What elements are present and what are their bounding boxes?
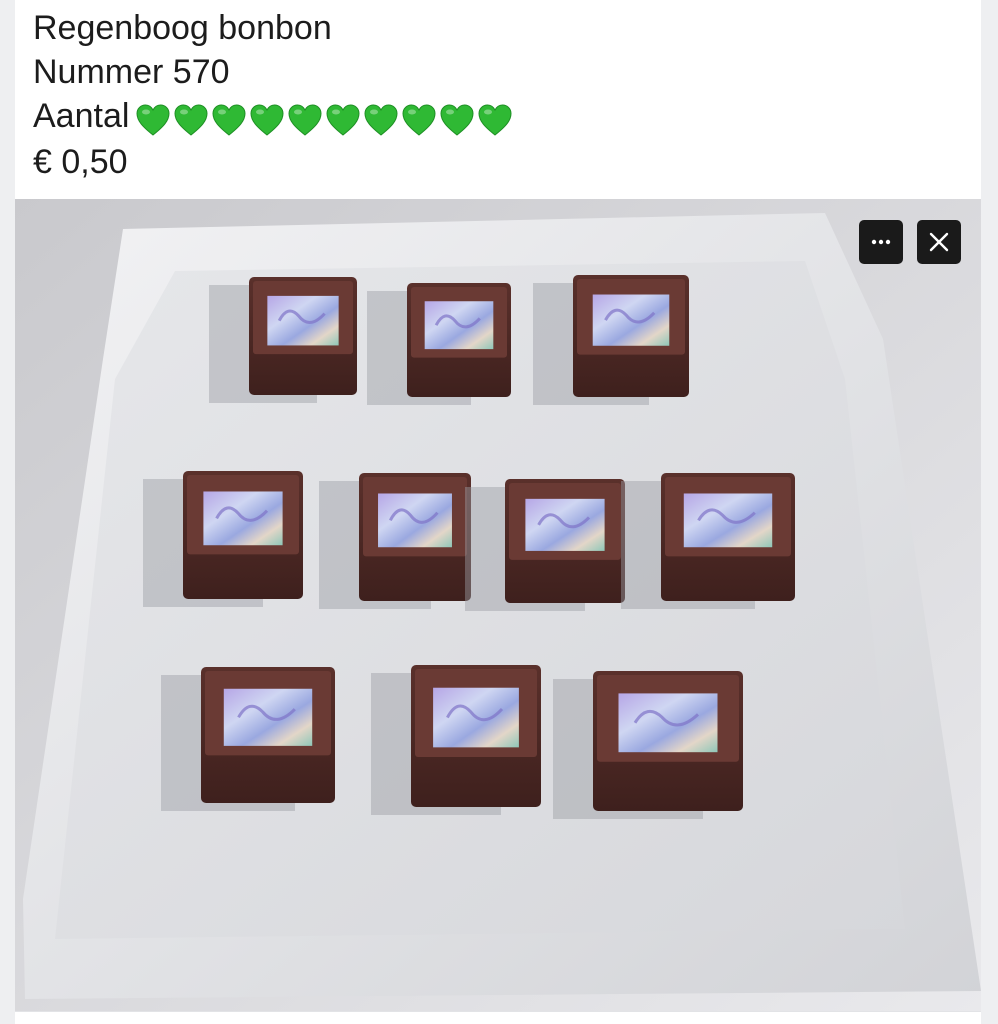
green-heart-icon (136, 104, 170, 136)
bottom-divider (15, 1011, 981, 1024)
green-heart-icon (174, 104, 208, 136)
quantity-label: Aantal (33, 97, 130, 135)
close-button[interactable] (917, 220, 961, 264)
bonbon (161, 667, 335, 811)
green-heart-icon (364, 104, 398, 136)
post-card: Regenboog bonbon Nummer 570 Aantal € 0,5… (15, 0, 981, 1024)
bonbon (367, 283, 511, 405)
green-heart-icon (402, 104, 436, 136)
post-caption: Regenboog bonbon Nummer 570 Aantal € 0,5… (33, 6, 515, 184)
bonbon (209, 277, 357, 403)
quantity-line: Aantal (33, 94, 515, 140)
quantity-hearts (135, 96, 515, 140)
item-number: Nummer 570 (33, 53, 230, 91)
green-heart-icon (326, 104, 360, 136)
bonbon (553, 671, 743, 819)
bonbon (533, 275, 689, 405)
more-options-button[interactable] (859, 220, 903, 264)
post-photo[interactable] (15, 199, 981, 1011)
bonbon-photo-graphic (15, 199, 981, 1011)
bonbon (319, 473, 471, 609)
bonbon (621, 473, 795, 609)
green-heart-icon (212, 104, 246, 136)
close-icon (929, 232, 949, 252)
more-horizontal-icon (871, 239, 891, 245)
green-heart-icon (288, 104, 322, 136)
screen: Regenboog bonbon Nummer 570 Aantal € 0,5… (0, 0, 998, 1024)
bonbon (465, 479, 625, 611)
price: € 0,50 (33, 143, 128, 182)
green-heart-icon (440, 104, 474, 136)
green-heart-icon (250, 104, 284, 136)
green-heart-icon (478, 104, 512, 136)
bonbon (143, 471, 303, 607)
post-title: Regenboog bonbon (33, 9, 332, 47)
bonbon (371, 665, 541, 815)
